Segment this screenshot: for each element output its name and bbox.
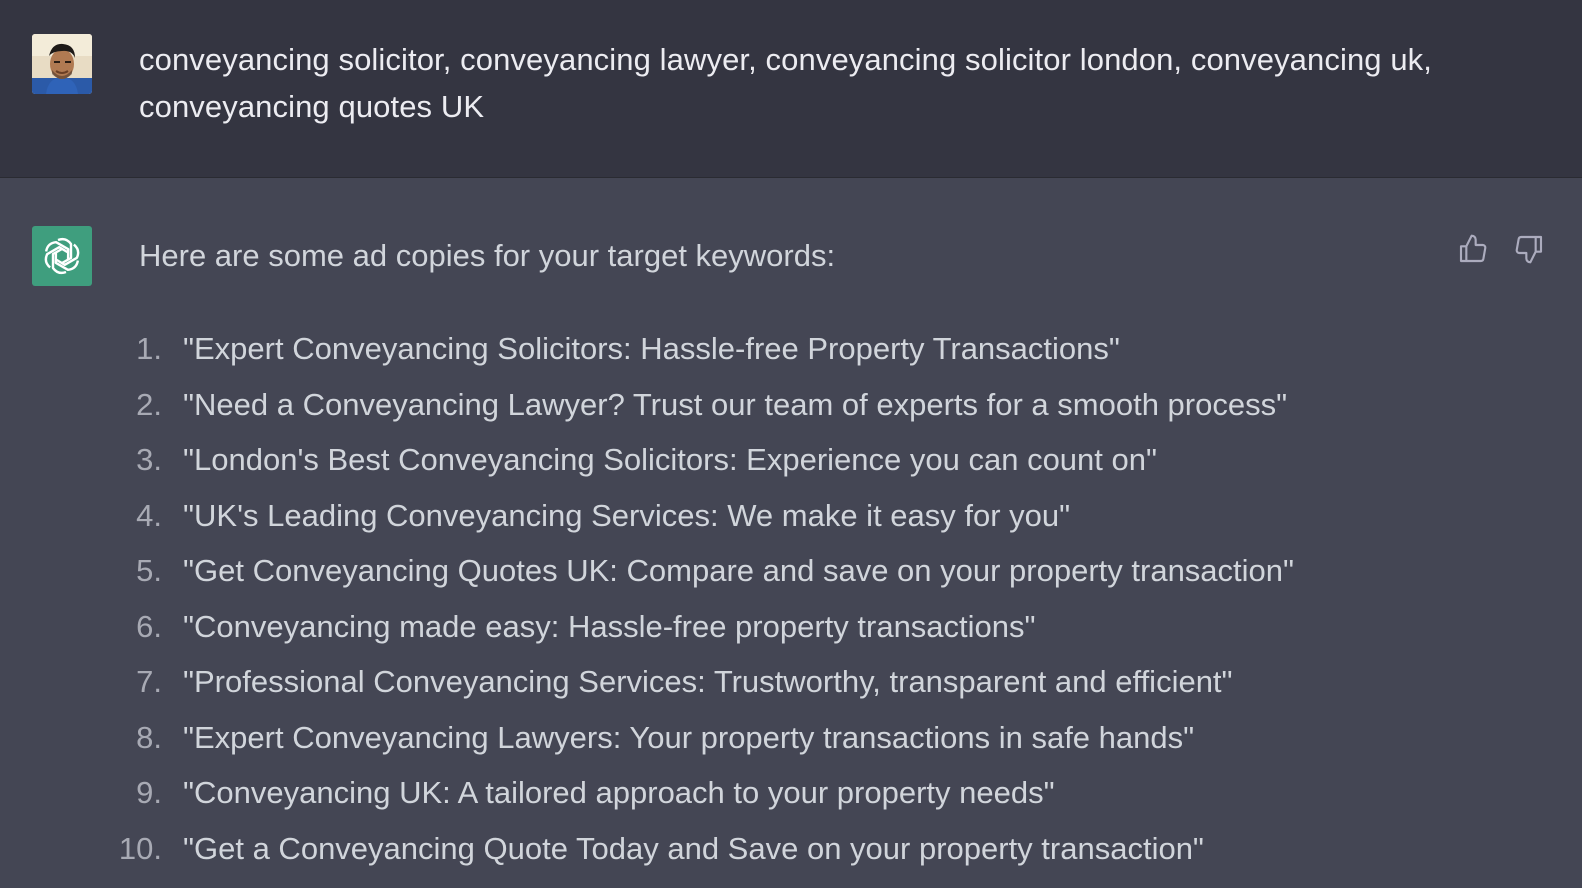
list-item-number: 7. (136, 664, 162, 699)
openai-logo-icon (44, 237, 80, 275)
list-item-text: "Conveyancing made easy: Hassle-free pro… (183, 608, 1036, 644)
list-item: 4. "UK's Leading Conveyancing Services: … (0, 488, 1582, 544)
list-item-text: "Conveyancing UK: A tailored approach to… (183, 775, 1055, 810)
list-item-number: 9. (136, 775, 162, 810)
list-item-text: "Get a Conveyancing Quote Today and Save… (183, 830, 1204, 866)
list-item: 7. "Professional Conveyancing Services: … (0, 654, 1582, 710)
thumbs-up-button[interactable] (1456, 232, 1490, 266)
list-item-number: 4. (136, 497, 162, 533)
user-message-row: conveyancing solicitor, conveyancing law… (0, 0, 1582, 178)
list-item-text: "Expert Conveyancing Solicitors: Hassle-… (183, 331, 1120, 366)
list-item-number: 10. (118, 830, 162, 866)
thumbs-down-icon (1515, 235, 1543, 264)
list-item-number: 3. (136, 442, 162, 477)
user-message-text: conveyancing solicitor, conveyancing law… (139, 42, 1432, 124)
thumbs-down-button[interactable] (1512, 232, 1546, 266)
ad-copy-list: 1. "Expert Conveyancing Solicitors: Hass… (0, 321, 1582, 876)
list-item-text: "London's Best Conveyancing Solicitors: … (183, 442, 1158, 477)
list-item-text: "Professional Conveyancing Services: Tru… (183, 664, 1233, 699)
list-item-text: "Expert Conveyancing Lawyers: Your prope… (183, 719, 1195, 755)
list-item: 1. "Expert Conveyancing Solicitors: Hass… (0, 321, 1582, 377)
assistant-intro-text: Here are some ad copies for your target … (139, 238, 836, 273)
list-item-number: 6. (136, 608, 162, 644)
assistant-message-row: Here are some ad copies for your target … (0, 178, 1582, 888)
list-item-text: "Get Conveyancing Quotes UK: Compare and… (183, 553, 1295, 588)
list-item-text: "UK's Leading Conveyancing Services: We … (183, 497, 1071, 533)
list-item-number: 1. (136, 331, 162, 366)
user-photo-avatar (32, 34, 92, 94)
list-item-number: 8. (136, 719, 162, 755)
list-item: 5. "Get Conveyancing Quotes UK: Compare … (0, 543, 1582, 599)
list-item: 9. "Conveyancing UK: A tailored approach… (0, 765, 1582, 821)
list-item: 2. "Need a Conveyancing Lawyer? Trust ou… (0, 377, 1582, 433)
thumbs-up-icon (1459, 234, 1487, 263)
list-item: 8. "Expert Conveyancing Lawyers: Your pr… (0, 710, 1582, 766)
list-item-number: 2. (136, 386, 162, 422)
list-item: 10. "Get a Conveyancing Quote Today and … (0, 821, 1582, 877)
list-item: 6. "Conveyancing made easy: Hassle-free … (0, 599, 1582, 655)
user-avatar (32, 34, 92, 94)
list-item-number: 5. (136, 553, 162, 588)
assistant-avatar (32, 226, 92, 286)
list-item: 3. "London's Best Conveyancing Solicitor… (0, 432, 1582, 488)
list-item-text: "Need a Conveyancing Lawyer? Trust our t… (183, 386, 1288, 422)
